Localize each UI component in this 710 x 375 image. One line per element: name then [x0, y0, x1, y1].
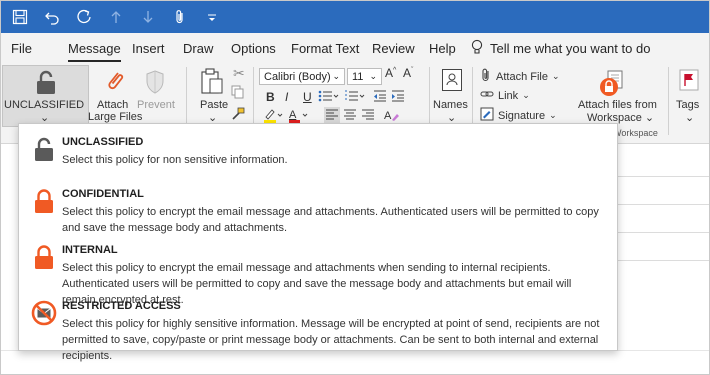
shield-icon [144, 69, 166, 100]
svg-text:A: A [289, 109, 297, 121]
tab-help[interactable]: Help [429, 41, 456, 56]
bold-button[interactable]: B [266, 90, 275, 104]
lightbulb-icon [470, 39, 484, 62]
paperclip-icon [480, 68, 492, 85]
copy-icon[interactable] [231, 85, 245, 104]
link-button[interactable]: Link ⌄ [480, 88, 530, 103]
decrease-indent-icon[interactable] [373, 89, 387, 108]
chevron-down-icon: ⌄ [549, 110, 557, 120]
ribbon-tabs: File Message Insert Draw Options Format … [1, 33, 709, 63]
tab-review[interactable]: Review [372, 41, 415, 56]
grow-font-icon[interactable]: A^ [385, 66, 396, 80]
option-description: Select this policy for non sensitive inf… [62, 154, 288, 166]
undo-icon[interactable] [43, 7, 61, 27]
tab-file[interactable]: File [11, 41, 32, 56]
customize-toolbar-icon[interactable] [203, 7, 221, 27]
tab-insert[interactable]: Insert [132, 41, 165, 56]
signature-label: Signature [498, 109, 546, 122]
field-divider [613, 176, 709, 177]
workspace-group-label: Workspace [613, 128, 658, 138]
option-description: Select this policy to encrypt the email … [62, 206, 599, 234]
attach-large-files-icon [103, 69, 127, 100]
paperclip-icon[interactable] [171, 7, 189, 27]
chevron-down-icon: ⌄ [369, 71, 377, 81]
classification-label: UNCLASSIFIED [4, 99, 85, 111]
option-title: UNCLASSIFIED [62, 136, 144, 148]
field-divider [613, 260, 709, 261]
attach-large-files-label[interactable]: Large Files [88, 111, 142, 123]
tab-draw[interactable]: Draw [183, 41, 213, 56]
save-icon[interactable] [11, 7, 29, 27]
tags-chevron-icon: ⌄ [685, 112, 695, 124]
attach-label[interactable]: Attach [97, 99, 128, 111]
tab-message[interactable]: Message [68, 41, 121, 62]
option-title: CONFIDENTIAL [62, 188, 144, 200]
tell-me-search[interactable]: Tell me what you want to do [490, 41, 650, 56]
increase-indent-icon[interactable] [391, 89, 405, 108]
bullet-list-icon[interactable] [318, 89, 340, 108]
signature-button[interactable]: Signature ⌄ [480, 107, 557, 124]
flag-icon [679, 69, 699, 96]
option-internal[interactable]: INTERNAL Select this policy to encrypt t… [19, 238, 617, 306]
tags-label[interactable]: Tags [676, 99, 699, 111]
unlocked-padlock-icon [33, 136, 55, 162]
option-confidential[interactable]: CONFIDENTIAL Select this policy to encry… [19, 182, 617, 238]
locked-padlock-icon [33, 244, 55, 270]
option-title: INTERNAL [62, 244, 118, 256]
option-description: Select this policy for highly sensitive … [62, 318, 600, 362]
field-divider [613, 232, 709, 233]
classification-dropdown: UNCLASSIFIED Select this policy for non … [18, 123, 618, 362]
italic-button[interactable]: I [285, 90, 288, 104]
underline-button[interactable]: U [303, 90, 312, 104]
outlook-compose-window: File Message Insert Draw Options Format … [0, 0, 710, 375]
names-button[interactable] [442, 69, 462, 91]
paste-label[interactable]: Paste [200, 99, 228, 111]
shrink-font-icon[interactable]: Aˇ [403, 66, 413, 80]
tab-options[interactable]: Options [231, 41, 276, 56]
link-icon [480, 88, 494, 103]
locked-padlock-icon [33, 188, 55, 214]
attach-file-button[interactable]: Attach File ⌄ [480, 68, 560, 85]
chevron-down-icon: ⌄ [332, 71, 340, 81]
prevent-label: Prevent [137, 99, 175, 111]
numbered-list-icon[interactable] [344, 89, 366, 108]
address-book-icon [446, 73, 458, 86]
link-label: Link [498, 89, 519, 102]
attach-workspace-label-1[interactable]: Attach files from [578, 99, 657, 111]
option-restricted-access[interactable]: RESTRICTED ACCESS Select this policy for… [19, 294, 617, 362]
chevron-down-icon: ⌄ [551, 71, 560, 81]
title-bar [1, 1, 709, 33]
names-label[interactable]: Names [433, 99, 468, 111]
font-name-select[interactable]: Calibri (Body) ⌄ [259, 68, 345, 85]
arrow-down-icon[interactable] [139, 7, 157, 27]
font-size-value: 11 [352, 70, 364, 83]
attach-file-label: Attach File [496, 70, 548, 83]
unlocked-padlock-icon [35, 70, 57, 101]
option-unclassified[interactable]: UNCLASSIFIED Select this policy for non … [19, 130, 617, 172]
signature-icon [480, 107, 494, 124]
cut-icon[interactable]: ✂ [233, 65, 245, 82]
quick-access-toolbar [11, 1, 221, 33]
locked-document-icon [598, 69, 628, 102]
redo-icon[interactable] [75, 7, 93, 27]
tab-format-text[interactable]: Format Text [291, 41, 359, 56]
field-divider [613, 204, 709, 205]
font-name-value: Calibri (Body) [264, 70, 331, 83]
font-size-select[interactable]: 11 ⌄ [347, 68, 382, 85]
svg-text:A: A [384, 110, 392, 122]
option-title: RESTRICTED ACCESS [62, 300, 181, 312]
arrow-up-icon[interactable] [107, 7, 125, 27]
chevron-down-icon: ⌄ [522, 90, 530, 100]
no-envelope-icon [31, 300, 57, 326]
clipboard-icon [200, 67, 224, 102]
